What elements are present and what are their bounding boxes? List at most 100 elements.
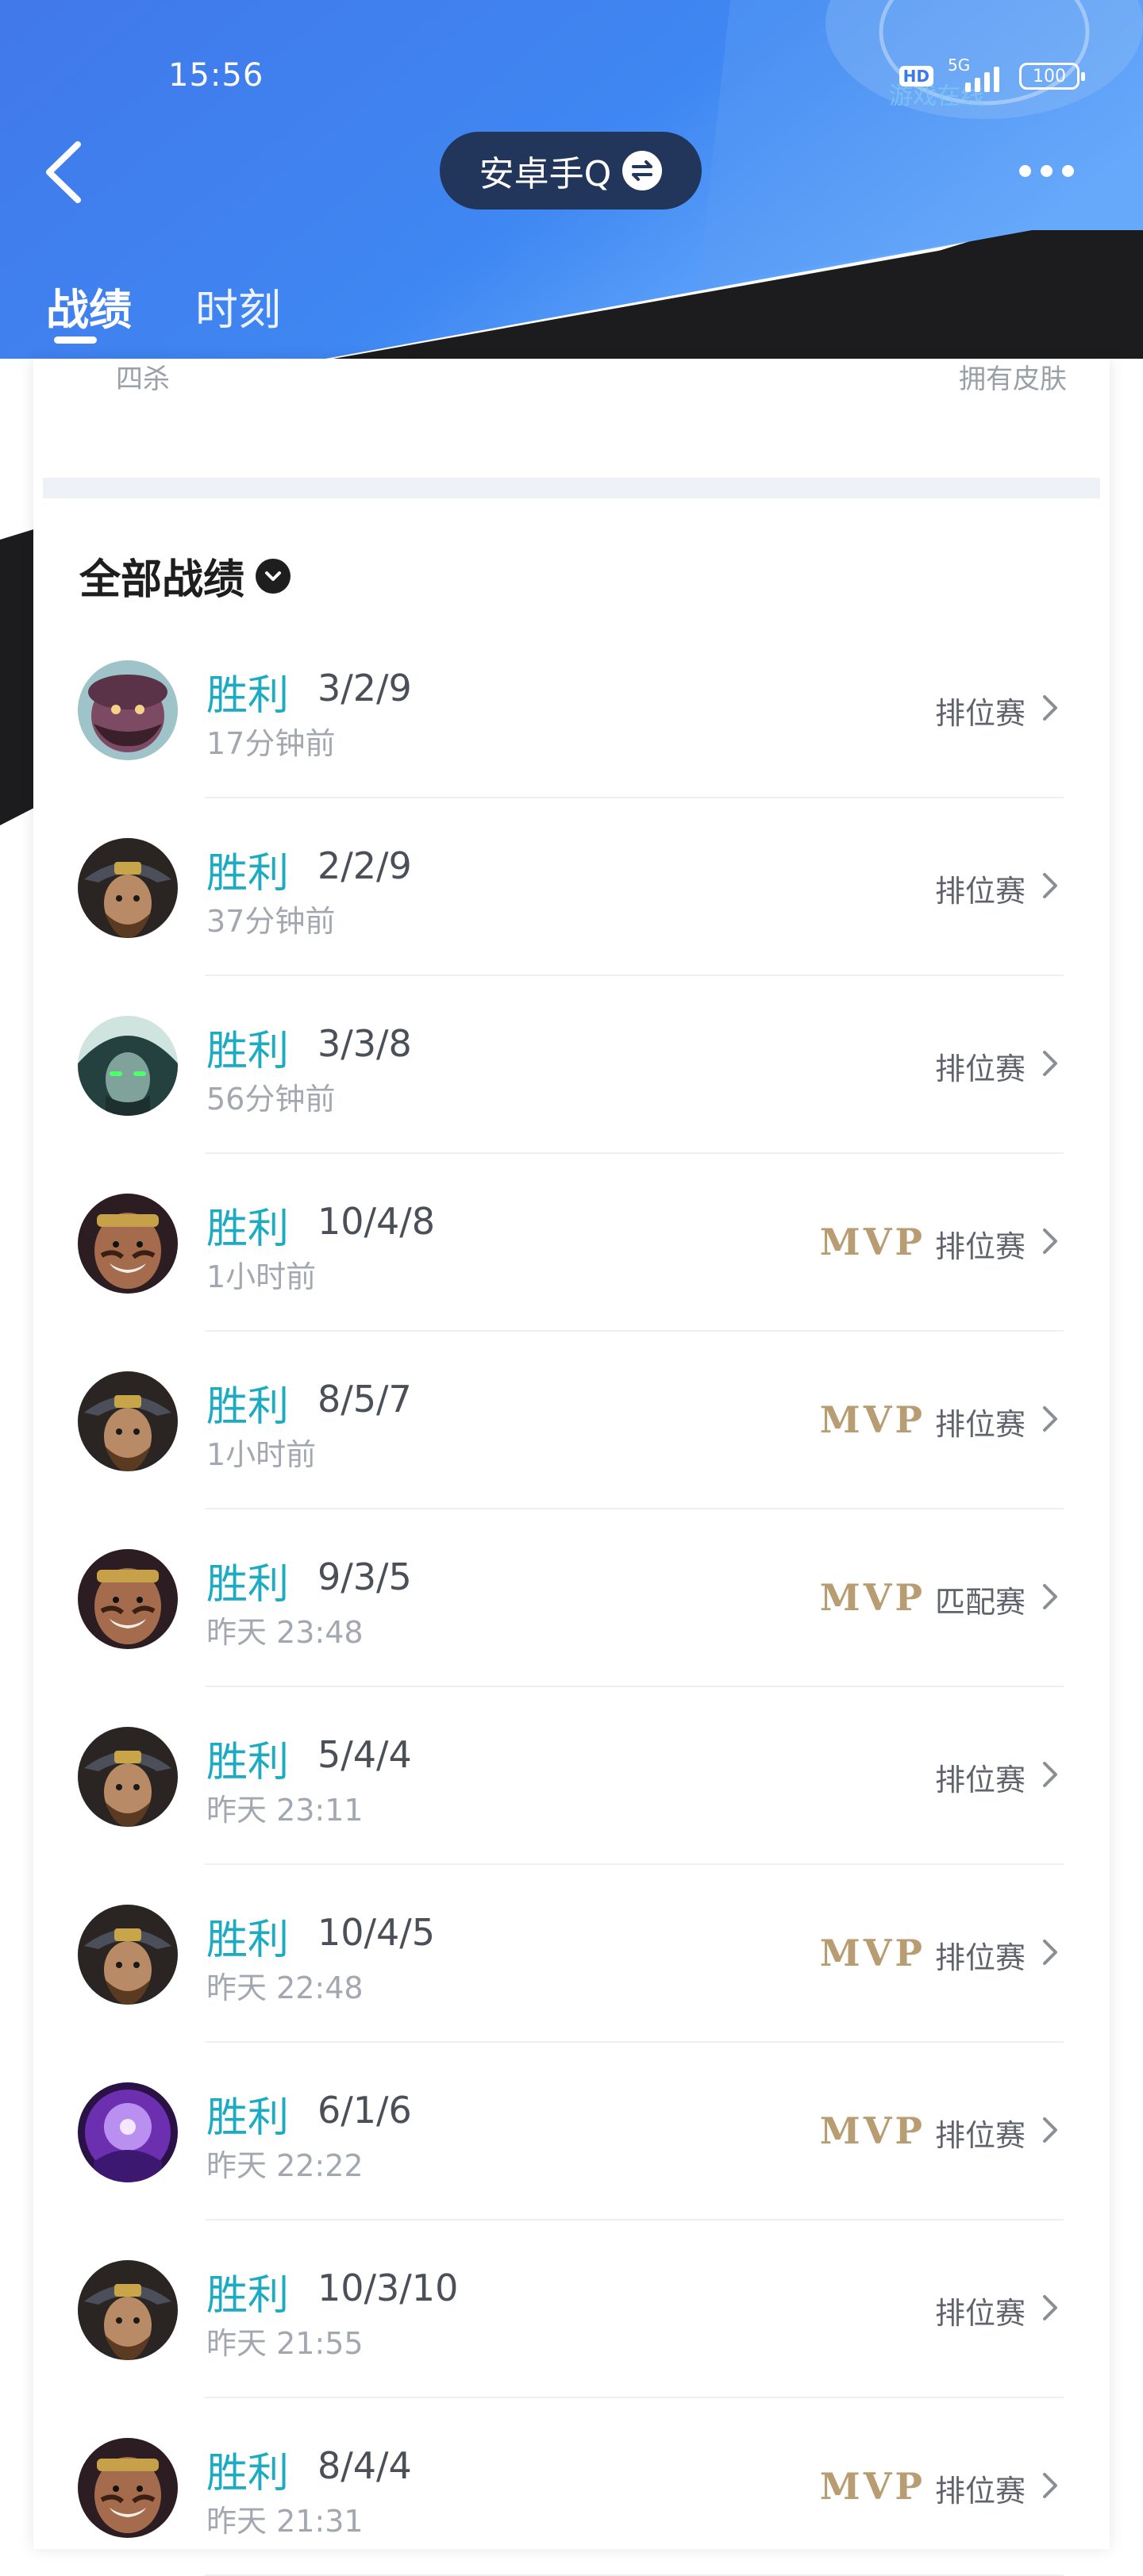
match-row-1[interactable]: 胜利 3/2/9 17分钟前 排位赛 xyxy=(33,621,1110,798)
hero-avatar-gunslinger-icon xyxy=(78,838,178,938)
match-mode: 排位赛 xyxy=(934,874,1026,909)
back-arrow-icon xyxy=(46,141,81,203)
match-time: 昨天 22:22 xyxy=(206,2148,364,2183)
chevron-right-icon xyxy=(1043,2473,1057,2498)
status-icons: HD 5G 100 xyxy=(899,56,1085,92)
match-result: 胜利 xyxy=(206,672,290,720)
hd-icon: HD xyxy=(899,66,933,87)
chevron-right-icon xyxy=(1043,873,1057,898)
match-mode: 排位赛 xyxy=(934,1940,1026,1975)
match-kda: 10/3/10 xyxy=(318,2266,459,2309)
mvp-badge: MVP xyxy=(819,2109,926,2152)
match-time: 昨天 21:31 xyxy=(206,2504,364,2539)
match-kda: 10/4/5 xyxy=(318,1911,436,1954)
back-button[interactable] xyxy=(38,136,94,208)
match-list: 胜利 3/2/9 17分钟前 排位赛 胜利 2/2/9 37分钟前 排位赛 胜利… xyxy=(33,621,1110,2576)
more-dots-icon[interactable] xyxy=(1019,159,1083,183)
match-kda: 6/1/6 xyxy=(318,2089,412,2132)
hero-avatar-gunslinger-icon xyxy=(78,1371,178,1471)
match-time: 17分钟前 xyxy=(206,726,336,761)
hero-avatar-grin-icon xyxy=(78,1194,178,1294)
match-mode: 排位赛 xyxy=(934,1763,1026,1797)
hero-avatar-gunslinger-icon xyxy=(78,2260,178,2360)
match-mode: 排位赛 xyxy=(934,1229,1026,1264)
match-row-3[interactable]: 胜利 3/3/8 56分钟前 排位赛 xyxy=(33,976,1110,1154)
hero-avatar-grin-icon xyxy=(78,2438,178,2538)
match-time: 1小时前 xyxy=(206,1437,317,1472)
match-kda: 9/3/5 xyxy=(318,1555,412,1598)
match-time: 昨天 23:11 xyxy=(206,1793,364,1828)
chevron-right-icon xyxy=(1043,1762,1057,1787)
hero-avatar-grin-icon xyxy=(78,1549,178,1649)
mvp-badge: MVP xyxy=(819,2465,926,2508)
battery-level: 100 xyxy=(1033,66,1066,87)
active-tab-indicator xyxy=(54,336,97,344)
match-row-8[interactable]: 胜利 10/4/5 昨天 22:48 MVP 排位赛 xyxy=(33,1865,1110,2043)
match-time: 昨天 21:55 xyxy=(206,2326,364,2361)
match-time: 1小时前 xyxy=(206,1259,317,1294)
match-mode: 排位赛 xyxy=(934,1407,1026,1442)
record-card: 四杀 拥有皮肤 全部战绩 胜利 3/2/9 17分钟前 排位赛 胜利 2/2/9… xyxy=(33,359,1110,2576)
match-kda: 5/4/4 xyxy=(318,1733,412,1776)
match-kda: 3/3/8 xyxy=(318,1022,412,1065)
account-name: 安卓手Q xyxy=(479,154,612,194)
match-result: 胜利 xyxy=(206,1561,290,1609)
all-records-filter[interactable]: 全部战绩 xyxy=(79,546,291,606)
match-time: 37分钟前 xyxy=(206,904,336,939)
battery-icon: 100 xyxy=(1019,63,1085,90)
hero-avatar-gunslinger-icon xyxy=(78,1905,178,2005)
chevron-right-icon xyxy=(1043,695,1057,721)
match-mode: 匹配赛 xyxy=(934,1585,1026,1620)
mvp-badge: MVP xyxy=(819,1932,926,1974)
chevron-right-icon xyxy=(1043,1228,1057,1254)
match-time: 56分钟前 xyxy=(206,1082,336,1117)
match-result: 胜利 xyxy=(206,1383,290,1431)
chevron-right-icon xyxy=(1043,2117,1057,2143)
match-row-2[interactable]: 胜利 2/2/9 37分钟前 排位赛 xyxy=(33,798,1110,976)
match-mode: 排位赛 xyxy=(934,2118,1026,2153)
match-result: 胜利 xyxy=(206,850,290,898)
hero-avatar-gunslinger-icon xyxy=(78,1727,178,1827)
match-row-9[interactable]: 胜利 6/1/6 昨天 22:22 MVP 排位赛 xyxy=(33,2043,1110,2220)
stat-label-quadra-kill: 四杀 xyxy=(116,363,170,395)
match-time: 昨天 22:48 xyxy=(206,1970,364,2005)
match-result: 胜利 xyxy=(206,1739,290,1786)
section-title: 全部战绩 xyxy=(79,556,245,604)
mvp-badge: MVP xyxy=(819,1576,926,1619)
chevron-right-icon xyxy=(1043,1051,1057,1076)
match-kda: 8/4/4 xyxy=(318,2444,412,2487)
stat-label-skins: 拥有皮肤 xyxy=(959,363,1067,395)
hero-avatar-assassin-icon xyxy=(78,1016,178,1116)
tab-moment[interactable]: 时刻 xyxy=(195,275,281,337)
match-kda: 8/5/7 xyxy=(318,1378,412,1421)
chevron-right-icon xyxy=(1043,2295,1057,2320)
match-result: 胜利 xyxy=(206,1205,290,1253)
match-kda: 3/2/9 xyxy=(318,667,412,709)
match-time: 昨天 23:48 xyxy=(206,1615,364,1650)
match-row-5[interactable]: 胜利 8/5/7 1小时前 MVP 排位赛 xyxy=(33,1332,1110,1509)
match-result: 胜利 xyxy=(206,2272,290,2320)
match-mode: 排位赛 xyxy=(934,2474,1026,2509)
match-row-4[interactable]: 胜利 10/4/8 1小时前 MVP 排位赛 xyxy=(33,1154,1110,1332)
match-row-7[interactable]: 胜利 5/4/4 昨天 23:11 排位赛 xyxy=(33,1687,1110,1865)
mvp-badge: MVP xyxy=(819,1398,926,1441)
mvp-badge: MVP xyxy=(819,1221,926,1263)
match-mode: 排位赛 xyxy=(934,1052,1026,1086)
section-divider xyxy=(43,478,1100,498)
match-kda: 10/4/8 xyxy=(318,1200,436,1243)
hero-avatar-purple-icon xyxy=(78,2082,178,2182)
chevron-right-icon xyxy=(1043,1406,1057,1432)
match-row-6[interactable]: 胜利 9/3/5 昨天 23:48 MVP 匹配赛 xyxy=(33,1509,1110,1687)
chevron-down-icon xyxy=(256,558,291,594)
switch-account-icon xyxy=(622,151,663,190)
chevron-right-icon xyxy=(1043,1584,1057,1609)
match-mode: 排位赛 xyxy=(934,2296,1026,2331)
match-row-11[interactable]: 胜利 8/4/4 昨天 21:31 MVP 排位赛 xyxy=(33,2398,1110,2576)
account-switcher[interactable]: 安卓手Q xyxy=(440,132,702,210)
match-row-10[interactable]: 胜利 10/3/10 昨天 21:55 排位赛 xyxy=(33,2220,1110,2398)
match-result: 胜利 xyxy=(206,2094,290,2142)
match-result: 胜利 xyxy=(206,1917,290,1964)
match-mode: 排位赛 xyxy=(934,696,1026,731)
tab-record[interactable]: 战绩 xyxy=(46,275,132,337)
hero-avatar-mustache-icon xyxy=(78,660,178,760)
